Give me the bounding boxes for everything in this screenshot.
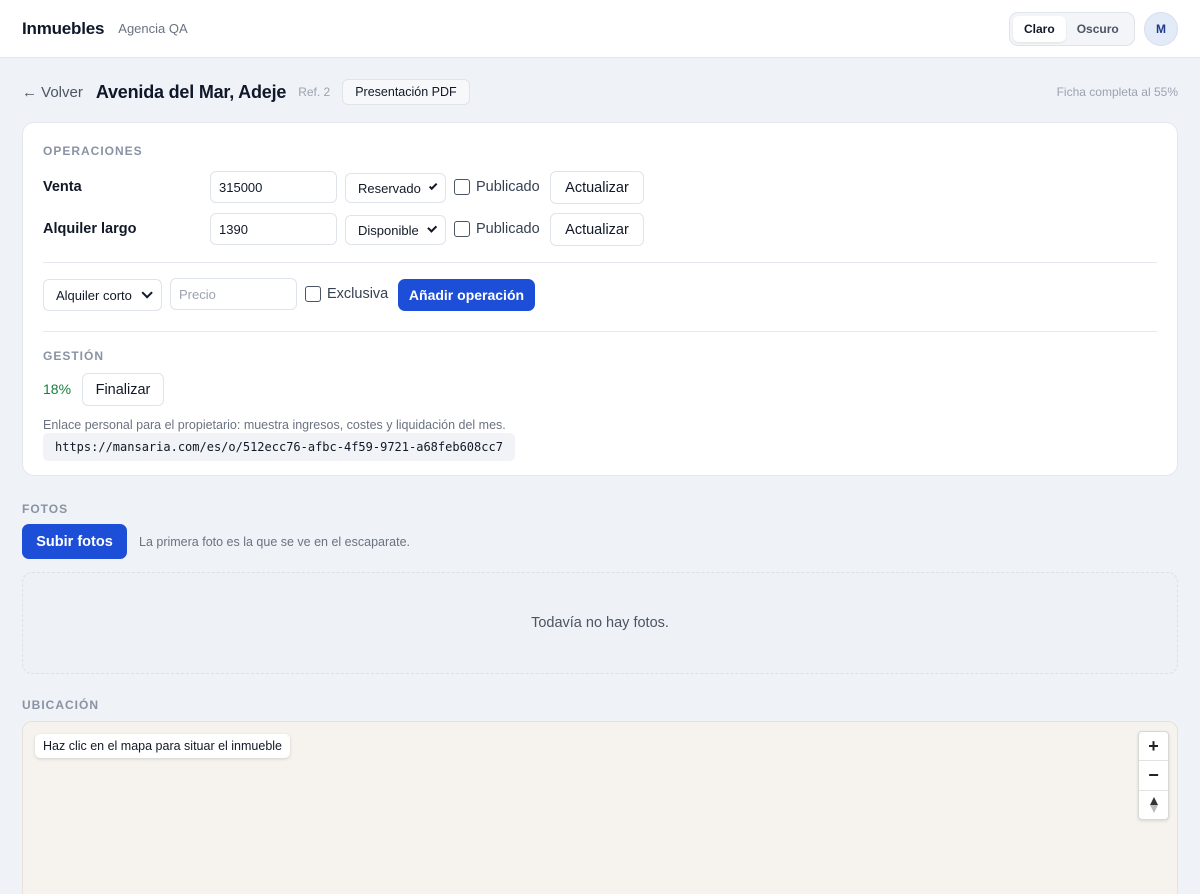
divider — [43, 331, 1157, 332]
operation-name: Alquiler largo — [43, 221, 137, 237]
published-checkbox-group: Publicado — [454, 221, 540, 237]
back-link[interactable]: ← Volver — [22, 84, 83, 101]
chevron-down-icon — [426, 222, 438, 233]
location-section-label: UBICACIÓN — [22, 698, 99, 712]
status-select-value: Disponible — [358, 222, 419, 238]
pdf-presentation-button[interactable]: Presentación PDF — [342, 79, 470, 105]
reference-number: Ref. 2 — [298, 85, 331, 99]
chevron-down-icon — [428, 181, 438, 191]
update-button[interactable]: Actualizar — [550, 213, 644, 246]
operation-type-select[interactable]: Alquiler corto — [43, 279, 162, 311]
status-select[interactable]: Reservado — [345, 173, 446, 203]
compass-button[interactable] — [1139, 789, 1168, 819]
update-button[interactable]: Actualizar — [550, 171, 644, 204]
operation-type-value: Alquiler corto — [56, 287, 132, 303]
management-section-label: GESTIÓN — [43, 349, 105, 363]
price-input[interactable]: 1390 — [210, 213, 337, 245]
app-brand[interactable]: Inmuebles — [22, 19, 104, 39]
owner-link-note: Enlace personal para el propietario: mue… — [43, 418, 506, 432]
photos-section-label: FOTOS — [22, 502, 69, 516]
page-header: ← Volver Avenida del Mar, Adeje Ref. 2 P… — [22, 78, 1178, 106]
operations-card: OPERACIONES Venta 315000 Reservado Publi… — [22, 122, 1178, 476]
owner-link-url[interactable]: https://mansaria.com/es/o/512ecc76-afbc-… — [43, 433, 515, 461]
compass-icon — [1149, 796, 1158, 813]
published-checkbox[interactable] — [454, 179, 470, 195]
completion-status: Ficha completa al 55% — [1056, 85, 1178, 99]
chevron-down-icon — [141, 287, 153, 299]
exclusive-checkbox[interactable] — [305, 286, 321, 302]
new-price-input[interactable]: Precio — [170, 278, 297, 310]
page-title: Avenida del Mar, Adeje — [95, 81, 287, 102]
finalize-button[interactable]: Finalizar — [82, 373, 164, 406]
map-controls: + − — [1138, 731, 1169, 820]
theme-dark-button[interactable]: Oscuro — [1066, 16, 1130, 42]
exclusive-label: Exclusiva — [327, 286, 389, 302]
price-input[interactable]: 315000 — [210, 171, 337, 203]
published-label: Publicado — [476, 179, 540, 195]
status-select[interactable]: Disponible — [345, 215, 446, 245]
status-select-value: Reservado — [358, 180, 421, 196]
map-hint: Haz clic en el mapa para situar el inmue… — [35, 734, 291, 758]
photos-hint: La primera foto es la que se ve en el es… — [139, 535, 410, 549]
management-progress: 18% — [43, 381, 72, 397]
exclusive-checkbox-group: Exclusiva — [305, 286, 388, 302]
add-operation-button[interactable]: Añadir operación — [398, 279, 535, 311]
upload-photos-button[interactable]: Subir fotos — [22, 524, 127, 559]
agency-name: Agencia QA — [118, 21, 188, 36]
published-checkbox-group: Publicado — [454, 179, 540, 195]
operation-name: Venta — [43, 179, 82, 195]
user-avatar[interactable]: M — [1144, 12, 1178, 46]
zoom-out-button[interactable]: − — [1139, 760, 1168, 789]
photos-dropzone[interactable]: Todavía no hay fotos. — [22, 572, 1178, 674]
operations-section-label: OPERACIONES — [43, 144, 143, 158]
published-checkbox[interactable] — [454, 221, 470, 237]
zoom-in-button[interactable]: + — [1139, 732, 1168, 760]
photos-empty-text: Todavía no hay fotos. — [531, 615, 669, 631]
location-map[interactable]: Haz clic en el mapa para situar el inmue… — [22, 721, 1178, 894]
theme-light-button[interactable]: Claro — [1013, 16, 1066, 42]
divider — [43, 262, 1157, 263]
published-label: Publicado — [476, 221, 540, 237]
theme-toggle: Claro Oscuro — [1009, 12, 1135, 46]
